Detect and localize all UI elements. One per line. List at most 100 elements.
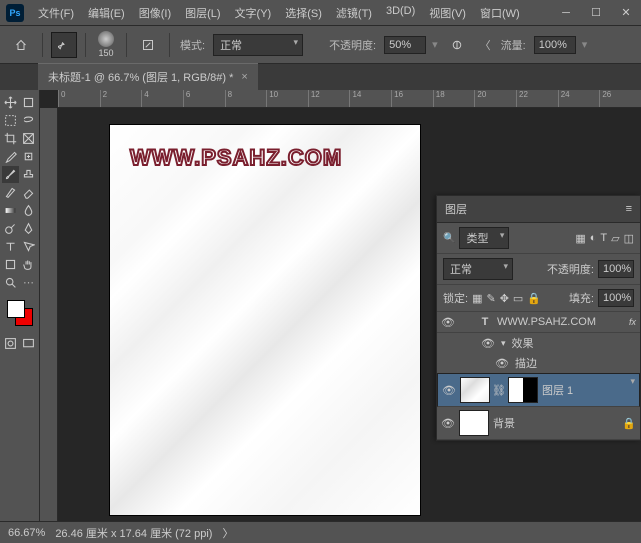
frame-tool[interactable] — [20, 130, 37, 147]
healing-tool[interactable] — [20, 148, 37, 165]
mask-link-icon[interactable]: ⛓ — [494, 384, 504, 397]
filter-type-icon[interactable]: T — [600, 232, 607, 244]
fill-label: 填充: — [569, 290, 594, 306]
layer-thumbnail — [460, 377, 490, 403]
visibility-icon[interactable]: 👁 — [442, 383, 456, 397]
filter-shape-icon[interactable]: ▱ — [611, 232, 619, 245]
layer-thumbnail — [459, 410, 489, 436]
lasso-tool[interactable] — [20, 112, 37, 129]
dodge-tool[interactable] — [2, 220, 19, 237]
eraser-tool[interactable] — [20, 184, 37, 201]
layer-filter-select[interactable]: 类型 — [459, 227, 509, 249]
lock-brush-icon[interactable]: ✎ — [486, 292, 495, 305]
brush-preview[interactable]: 150 — [94, 31, 118, 58]
menu-file[interactable]: 文件(F) — [32, 1, 80, 25]
lock-label: 锁定: — [443, 290, 468, 306]
layer-name: WWW.PSAHZ.COM — [497, 316, 625, 328]
horizontal-ruler: 02468101214161820222426 — [58, 90, 641, 108]
layer-item-text[interactable]: 👁 T WWW.PSAHZ.COM fx — [437, 312, 640, 333]
opacity-label: 不透明度: — [329, 37, 376, 53]
menu-select[interactable]: 选择(S) — [279, 1, 328, 25]
canvas[interactable]: WWW.PSAHZ.COM — [110, 125, 420, 515]
options-bar: 150 模式: 正常 不透明度: 50% ▾ 〈 流量: 100% ▾ — [0, 26, 641, 64]
panel-menu-icon[interactable]: ≡ — [626, 203, 632, 215]
maximize-button[interactable]: ☐ — [581, 0, 611, 26]
layer-blend-select[interactable]: 正常 — [443, 258, 513, 280]
minimize-button[interactable]: ─ — [551, 0, 581, 26]
gradient-tool[interactable] — [2, 202, 19, 219]
quickmask-button[interactable] — [2, 335, 19, 352]
pressure-opacity-button[interactable] — [444, 32, 470, 58]
home-button[interactable] — [8, 32, 34, 58]
eyedropper-tool[interactable] — [2, 148, 19, 165]
brush-panel-button[interactable] — [135, 32, 161, 58]
layer-item-bg[interactable]: 👁 背景 🔒 — [437, 407, 640, 440]
foreground-color[interactable] — [7, 300, 25, 318]
filter-pixel-icon[interactable]: ▦ — [575, 232, 585, 245]
fill-input[interactable]: 100% — [598, 289, 634, 307]
visibility-icon[interactable]: 👁 — [441, 315, 455, 329]
mask-thumbnail — [508, 377, 538, 403]
path-tool[interactable] — [20, 238, 37, 255]
vertical-ruler — [40, 108, 58, 521]
menu-layer[interactable]: 图层(L) — [179, 1, 226, 25]
opacity-input[interactable]: 50% — [384, 36, 426, 54]
menu-window[interactable]: 窗口(W) — [474, 1, 526, 25]
layers-panel: 图层 ≡ 🔍 类型 ▦ ◐ T ▱ ◫ 正常 不透明度: 100% 锁定: ▦ … — [436, 195, 641, 441]
document-tabs: 未标题-1 @ 66.7% (图层 1, RGB/8#) * × — [0, 64, 641, 90]
zoom-level[interactable]: 66.67% — [8, 527, 45, 539]
filter-adjust-icon[interactable]: ◐ — [590, 232, 597, 244]
tab-title: 未标题-1 @ 66.7% (图层 1, RGB/8#) * — [48, 69, 233, 85]
menu-view[interactable]: 视图(V) — [423, 1, 472, 25]
history-brush-tool[interactable] — [2, 184, 19, 201]
status-chevron-icon[interactable]: 〉 — [222, 525, 233, 541]
panel-title: 图层 — [445, 201, 467, 217]
main-menu: 文件(F) 编辑(E) 图像(I) 图层(L) 文字(Y) 选择(S) 滤镜(T… — [32, 1, 551, 25]
hand-tool[interactable] — [20, 256, 37, 273]
blur-tool[interactable] — [20, 202, 37, 219]
edit-toolbar[interactable]: ⋯ — [20, 274, 37, 291]
layer-item-1[interactable]: 👁 ⛓ 图层 1 — [437, 373, 640, 407]
menu-image[interactable]: 图像(I) — [133, 1, 177, 25]
crop-tool[interactable] — [2, 130, 19, 147]
close-button[interactable]: ✕ — [611, 0, 641, 26]
filter-smart-icon[interactable]: ◫ — [624, 232, 634, 245]
document-tab[interactable]: 未标题-1 @ 66.7% (图层 1, RGB/8#) * × — [38, 63, 258, 90]
zoom-tool[interactable] — [2, 274, 19, 291]
move-tool[interactable] — [2, 94, 19, 111]
artboard-tool[interactable] — [20, 94, 37, 111]
color-swatches[interactable] — [5, 298, 35, 328]
tab-close-icon[interactable]: × — [241, 71, 247, 83]
lock-all-icon[interactable]: 🔒 — [527, 292, 541, 305]
blend-mode-select[interactable]: 正常 — [213, 34, 303, 56]
layer-fx-stroke[interactable]: 👁描边 — [437, 353, 640, 373]
menu-filter[interactable]: 滤镜(T) — [330, 1, 378, 25]
menu-type[interactable]: 文字(Y) — [229, 1, 278, 25]
brush-tool[interactable] — [2, 166, 19, 183]
menu-edit[interactable]: 编辑(E) — [82, 1, 131, 25]
lock-icon: 🔒 — [622, 417, 636, 430]
stamp-tool[interactable] — [20, 166, 37, 183]
lock-artboard-icon[interactable]: ▭ — [513, 292, 523, 305]
tools-panel: ⋯ — [0, 90, 40, 521]
layer-name: 背景 — [493, 415, 618, 431]
app-logo: Ps — [6, 4, 24, 22]
screenmode-button[interactable] — [20, 335, 37, 352]
status-bar: 66.67% 26.46 厘米 x 17.64 厘米 (72 ppi) 〉 — [0, 521, 641, 543]
canvas-text: WWW.PSAHZ.COM — [130, 145, 342, 171]
mode-label: 模式: — [180, 37, 205, 53]
type-tool[interactable] — [2, 238, 19, 255]
marquee-tool[interactable] — [2, 112, 19, 129]
lock-pixels-icon[interactable]: ▦ — [472, 292, 482, 305]
pen-tool[interactable] — [20, 220, 37, 237]
tool-preset-button[interactable] — [51, 32, 77, 58]
layer-fx-header[interactable]: 👁▾效果 — [437, 333, 640, 353]
menu-3d[interactable]: 3D(D) — [380, 1, 421, 25]
lock-position-icon[interactable]: ✥ — [500, 292, 509, 305]
layer-opacity-input[interactable]: 100% — [598, 260, 634, 278]
shape-tool[interactable] — [2, 256, 19, 273]
flow-input[interactable]: 100% — [534, 36, 576, 54]
layer-opacity-label: 不透明度: — [547, 261, 594, 277]
document-dimensions: 26.46 厘米 x 17.64 厘米 (72 ppi) — [55, 525, 212, 541]
visibility-icon[interactable]: 👁 — [441, 416, 455, 430]
